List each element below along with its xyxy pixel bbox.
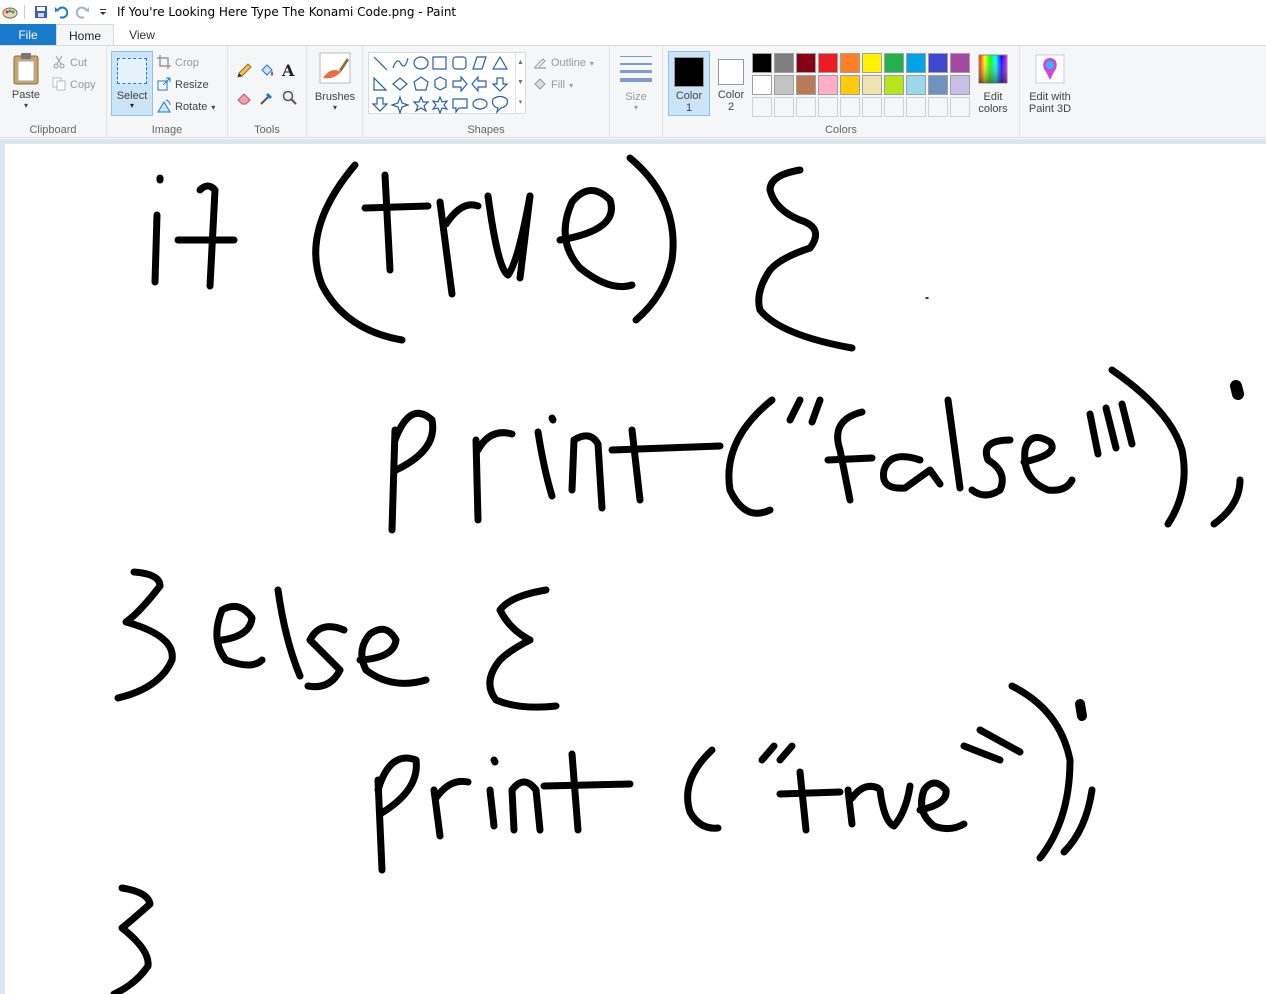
- color1-button[interactable]: Color 1: [668, 51, 710, 116]
- palette-empty-slot[interactable]: [950, 97, 970, 117]
- resize-icon: [157, 77, 171, 94]
- palette-empty-slot[interactable]: [884, 97, 904, 117]
- eraser-icon[interactable]: [236, 90, 252, 109]
- color2-button[interactable]: Color 2: [711, 51, 751, 116]
- tab-file[interactable]: File: [0, 24, 56, 46]
- handwritten-drawing: [110, 154, 1244, 994]
- crop-button[interactable]: Crop: [157, 54, 199, 72]
- save-icon[interactable]: [33, 4, 49, 20]
- palette-swatch[interactable]: [884, 75, 904, 95]
- palette-swatch[interactable]: [774, 75, 794, 95]
- image-group-label: Image: [151, 124, 183, 136]
- paste-button[interactable]: Paste ▾: [6, 52, 46, 110]
- paint3d-icon: [1035, 54, 1065, 87]
- palette-swatch[interactable]: [928, 75, 948, 95]
- copy-icon: [52, 77, 66, 94]
- fill-button[interactable]: Fill ▾: [533, 76, 573, 94]
- paste-icon: [11, 52, 41, 89]
- palette-swatch[interactable]: [840, 53, 860, 73]
- fill-icon: [533, 77, 547, 94]
- customize-quick-access-icon[interactable]: [95, 4, 111, 20]
- copy-button[interactable]: Copy: [52, 76, 96, 94]
- window-title: If You're Looking Here Type The Konami C…: [117, 5, 457, 19]
- clipboard-group: Paste ▾ Cut Copy Clipboard: [0, 46, 107, 138]
- color1-swatch: [674, 57, 704, 87]
- tab-view[interactable]: View: [114, 24, 170, 46]
- shapes-gallery-icons: [371, 55, 509, 114]
- palette-empty-slot[interactable]: [752, 97, 772, 117]
- crop-icon: [157, 54, 171, 72]
- edit-with-paint3d-button[interactable]: Edit with Paint 3D: [1024, 54, 1076, 115]
- colors-group: Color 1 Color 2 Edit colors Colors: [663, 46, 1020, 138]
- palette-swatch[interactable]: [752, 53, 772, 73]
- paint-app-icon[interactable]: [2, 4, 18, 20]
- palette-swatch[interactable]: [774, 53, 794, 73]
- palette-empty-slot[interactable]: [906, 97, 926, 117]
- paint3d-group: Edit with Paint 3D: [1020, 46, 1080, 138]
- image-group: Select ▾ Crop Resize Rotate ▾ Image: [107, 46, 228, 138]
- brushes-group: Brushes ▾: [307, 46, 363, 138]
- canvas-area: [0, 139, 1266, 994]
- redo-icon[interactable]: [75, 4, 91, 20]
- palette-swatch[interactable]: [840, 75, 860, 95]
- size-group: Size ▾: [610, 46, 663, 138]
- palette-swatch[interactable]: [818, 75, 838, 95]
- color-spectrum-icon: [978, 54, 1008, 87]
- drawing-canvas[interactable]: [5, 144, 1266, 994]
- rotate-button[interactable]: Rotate ▾: [157, 98, 215, 116]
- edit-colors-button[interactable]: Edit colors: [971, 54, 1015, 115]
- palette-swatch[interactable]: [796, 75, 816, 95]
- scissors-icon: [52, 55, 66, 72]
- palette-empty-slot[interactable]: [862, 97, 882, 117]
- clipboard-group-label: Clipboard: [29, 124, 77, 136]
- tools-group-label: Tools: [254, 124, 280, 136]
- resize-button[interactable]: Resize: [157, 76, 209, 94]
- colors-group-label: Colors: [825, 124, 857, 136]
- rotate-icon: [157, 99, 171, 116]
- shapes-scrollbar[interactable]: ▲ ▼ ▾: [515, 53, 525, 113]
- select-icon: [117, 58, 147, 84]
- color2-swatch: [718, 59, 744, 85]
- brushes-button[interactable]: Brushes ▾: [315, 52, 355, 112]
- tools-group: A Tools: [228, 46, 307, 138]
- palette-empty-slot[interactable]: [774, 97, 794, 117]
- size-icon: [620, 54, 652, 87]
- palette-swatch[interactable]: [818, 53, 838, 73]
- palette-swatch[interactable]: [796, 53, 816, 73]
- ribbon-tabs: File Home View: [0, 24, 1266, 46]
- palette-swatch[interactable]: [862, 53, 882, 73]
- color-picker-icon[interactable]: [259, 90, 275, 109]
- outline-icon: [533, 55, 547, 72]
- palette-empty-slot[interactable]: [840, 97, 860, 117]
- select-button[interactable]: Select ▾: [111, 51, 153, 116]
- palette-swatch[interactable]: [950, 53, 970, 73]
- shapes-group: ▲ ▼ ▾ Outline ▾ Fill ▾ Shapes: [363, 46, 610, 138]
- palette-swatch[interactable]: [752, 75, 772, 95]
- size-button[interactable]: Size ▾: [618, 54, 654, 112]
- palette-swatch[interactable]: [906, 53, 926, 73]
- outline-button[interactable]: Outline ▾: [533, 54, 594, 72]
- palette-swatch[interactable]: [906, 75, 926, 95]
- pencil-icon[interactable]: [236, 63, 252, 82]
- palette-swatch[interactable]: [928, 53, 948, 73]
- cut-button[interactable]: Cut: [52, 54, 87, 72]
- palette-empty-slot[interactable]: [928, 97, 948, 117]
- tab-home[interactable]: Home: [56, 24, 114, 46]
- title-bar: If You're Looking Here Type The Konami C…: [0, 0, 1266, 24]
- palette-swatch[interactable]: [950, 75, 970, 95]
- palette-swatch[interactable]: [884, 53, 904, 73]
- undo-icon[interactable]: [53, 4, 69, 20]
- fill-bucket-icon[interactable]: [259, 63, 275, 82]
- palette-empty-slot[interactable]: [818, 97, 838, 117]
- text-tool-icon[interactable]: A: [282, 61, 294, 80]
- palette-swatch[interactable]: [862, 75, 882, 95]
- ribbon: Paste ▾ Cut Copy Clipboard Select ▾ Crop…: [0, 45, 1266, 138]
- shapes-gallery[interactable]: ▲ ▼ ▾: [368, 52, 526, 114]
- magnifier-icon[interactable]: [282, 90, 298, 109]
- shapes-group-label: Shapes: [467, 124, 505, 136]
- palette-empty-slot[interactable]: [796, 97, 816, 117]
- brush-icon: [319, 52, 351, 87]
